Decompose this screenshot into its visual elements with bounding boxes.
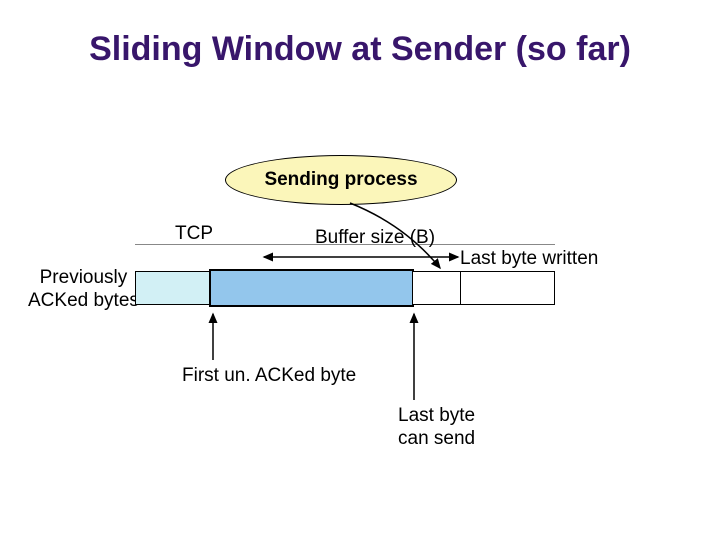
last-can-send-label: Last byte can send <box>398 405 475 451</box>
last-byte-written-label: Last byte written <box>460 248 598 270</box>
last-cansend-line1: Last byte <box>398 405 475 426</box>
last-cansend-line2: can send <box>398 428 475 449</box>
previously-acked-label: Previously ACKed bytes <box>28 267 139 313</box>
sending-process-label: Sending process <box>264 169 417 191</box>
buffer-size-label: Buffer size (B) <box>315 227 435 249</box>
tcp-label: TCP <box>175 223 213 245</box>
buffer-rect-acked <box>135 271 210 305</box>
sending-process-oval: Sending process <box>225 155 457 205</box>
buffer-rect-written-extra <box>413 271 461 305</box>
prev-acked-line1: Previously <box>40 267 128 288</box>
slide-title: Sliding Window at Sender (so far) <box>0 30 720 69</box>
prev-acked-line2: ACKed bytes <box>28 290 139 311</box>
first-unacked-label: First un. ACKed byte <box>182 365 356 387</box>
buffer-rect-window <box>209 269 414 307</box>
